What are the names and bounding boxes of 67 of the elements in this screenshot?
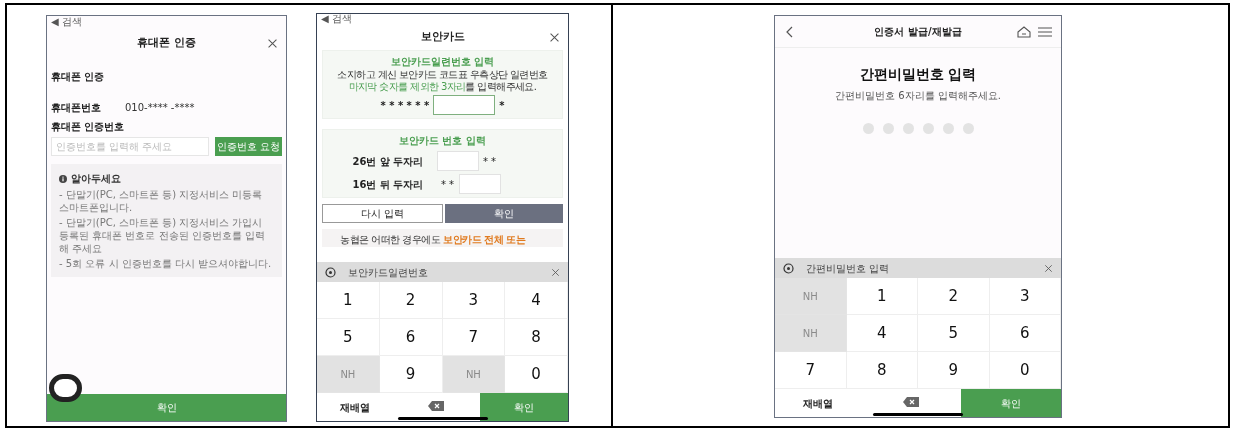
notice-text: - 5회 오류 시 인증번호를 다시 받으셔야합니다. bbox=[59, 257, 273, 270]
shield-icon bbox=[783, 262, 794, 274]
masked-digits: * * * * * * bbox=[380, 98, 430, 113]
keypad-key[interactable]: 3 bbox=[442, 282, 506, 319]
serial-input-field[interactable] bbox=[433, 95, 496, 115]
keypad-key[interactable]: 0 bbox=[989, 352, 1061, 389]
keypad-key[interactable]: 9 bbox=[379, 356, 443, 393]
panel-title: 보안카드일련번호 입력 bbox=[390, 55, 495, 69]
keypad-key[interactable]: 0 bbox=[505, 356, 568, 393]
instruction-text: 마지막 숫자를 제외한 3자리를 입력해주세요. bbox=[348, 81, 537, 93]
reenter-button[interactable]: 다시 입력 bbox=[322, 204, 443, 223]
backspace-icon bbox=[427, 399, 446, 412]
notice-text: 농협은 어떠한 경우에도 보안카드 전체 또는 bbox=[340, 233, 527, 247]
notice-title: 알아두세요 bbox=[71, 172, 121, 186]
close-icon[interactable] bbox=[549, 31, 560, 43]
shuffle-button[interactable]: 재배열 bbox=[775, 389, 861, 417]
subtitle: 간편비밀번호 6자리를 입력해주세요. bbox=[834, 89, 1002, 103]
backspace-icon bbox=[901, 395, 920, 408]
back-icon[interactable] bbox=[785, 25, 793, 38]
field-label: 16번 뒤 두자리 bbox=[352, 177, 425, 192]
instruction-text: 소지하고 계신 보안카드 코드표 우측상단 일련번호 bbox=[337, 69, 548, 81]
keypad-key[interactable]: 7 bbox=[442, 319, 506, 356]
notice-text: - 단말기(PC, 스마트폰 등) 지정서비스 가입시 등록된 휴대폰 번호로 전송된 인증번호를 입력해 주세요 bbox=[59, 216, 266, 255]
keypad-key[interactable]: 7 bbox=[775, 352, 847, 389]
panel-title: 보안카드 번호 입력 bbox=[399, 134, 486, 148]
shield-icon bbox=[325, 266, 336, 278]
close-icon[interactable] bbox=[267, 37, 278, 49]
home-icon[interactable] bbox=[1017, 25, 1031, 38]
keypad-key[interactable]: 9 bbox=[918, 352, 990, 389]
close-icon[interactable] bbox=[551, 267, 560, 277]
screen-title: 보안카드 bbox=[420, 28, 465, 45]
close-icon[interactable] bbox=[1044, 263, 1053, 273]
keypad-title: 간편비밀번호 입력 bbox=[806, 261, 890, 276]
keypad-key[interactable]: 1 bbox=[846, 278, 918, 315]
status-bar-text: ◀ 검색 bbox=[50, 16, 83, 27]
keypad-key[interactable]: 3 bbox=[989, 278, 1061, 315]
screen-title: 휴대폰 인증 bbox=[137, 34, 196, 51]
keypad-key[interactable]: 5 bbox=[317, 319, 380, 356]
screen-title: 인증서 발급/재발급 bbox=[874, 25, 962, 39]
keypad-key[interactable]: 4 bbox=[846, 315, 918, 352]
section-title: 휴대폰 인증 bbox=[51, 70, 106, 84]
keypad-key[interactable]: 6 bbox=[379, 319, 443, 356]
info-icon bbox=[59, 174, 67, 183]
keypad-key[interactable]: 1 bbox=[317, 282, 380, 319]
keypad-key[interactable]: 5 bbox=[918, 315, 990, 352]
notice-text: - 단말기(PC, 스마트폰 등) 지정서비스 미등록 스마트폰입니다. bbox=[59, 188, 264, 214]
masked-digits: * * bbox=[481, 154, 498, 169]
card-digit-input-field[interactable] bbox=[458, 174, 501, 194]
keypad-key[interactable]: 8 bbox=[846, 352, 918, 389]
masked-digits: * * bbox=[439, 177, 456, 192]
card-digit-input-field[interactable] bbox=[436, 151, 479, 171]
keypad-key[interactable]: 6 bbox=[989, 315, 1061, 352]
keypad-key[interactable]: 8 bbox=[505, 319, 568, 356]
masked-digits: * bbox=[499, 98, 505, 113]
field-label: 휴대폰 인증번호 bbox=[51, 120, 126, 134]
keypad-key[interactable]: 2 bbox=[918, 278, 990, 315]
status-bar-text: ◀ 검색 bbox=[320, 14, 353, 24]
field-label: 26번 앞 두자리 bbox=[352, 154, 425, 169]
phone-number: 010-**** -**** bbox=[125, 101, 195, 115]
keypad-key[interactable]: 4 bbox=[505, 282, 568, 319]
keypad-title: 보안카드일련번호 bbox=[348, 265, 428, 280]
confirm-button[interactable]: 확인 bbox=[444, 204, 563, 223]
code-input-field[interactable]: 인증번호를 입력해 주세요 bbox=[51, 137, 209, 156]
floating-circle-button[interactable] bbox=[49, 374, 82, 402]
heading: 간편비밀번호 입력 bbox=[858, 65, 978, 84]
keypad-key[interactable]: 2 bbox=[379, 282, 443, 319]
field-label: 휴대폰번호 bbox=[51, 101, 101, 115]
